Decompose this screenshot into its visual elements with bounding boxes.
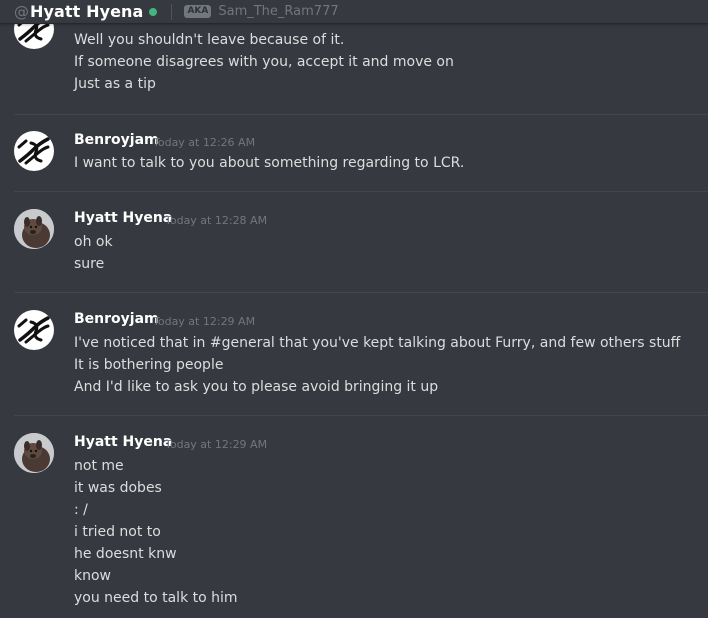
- message-text: oh ok: [74, 234, 113, 250]
- benroyjam-avatar[interactable]: [14, 131, 54, 171]
- channel-header: @ Hyatt Hyena AKA Sam_The_Ram777: [0, 0, 708, 24]
- hyena-photo-icon: [14, 209, 54, 249]
- message-text: And I'd like to ask you to please avoid …: [74, 379, 439, 395]
- message-text: i tried not to: [74, 524, 161, 540]
- message-text: If someone disagrees with you, accept it…: [74, 54, 454, 70]
- hyatt-hyena-avatar[interactable]: [14, 433, 54, 473]
- message-text: sure: [74, 256, 105, 272]
- message-text: Well you shouldn't leave because of it.: [74, 32, 345, 48]
- benroyjam-avatar[interactable]: [14, 310, 54, 350]
- message-text: not me: [74, 458, 124, 474]
- at-symbol: @: [14, 2, 29, 21]
- message-text: it was dobes: [74, 480, 162, 496]
- message-author[interactable]: Hyatt Hyena: [74, 434, 172, 450]
- header-divider: [171, 3, 173, 20]
- online-status-icon: [149, 7, 158, 16]
- aka-nickname: Sam_The_Ram777: [218, 4, 339, 19]
- message-text: I've noticed that in #general that you'v…: [74, 335, 681, 351]
- message-timestamp: Today at 12:28 AM: [165, 214, 268, 227]
- message-timestamp: Today at 12:29 AM: [165, 438, 268, 451]
- message-divider: [14, 415, 708, 416]
- benroyjam-logo-icon: [15, 132, 53, 170]
- aka-badge: AKA: [184, 5, 212, 18]
- message-author[interactable]: Benroyjam: [74, 132, 159, 148]
- message-text: know: [74, 568, 111, 584]
- message-timestamp: Today at 12:29 AM: [153, 315, 256, 328]
- message-timestamp: Today at 12:26 AM: [153, 136, 256, 149]
- message-text: he doesnt knw: [74, 546, 177, 562]
- message-text: It is bothering people: [74, 357, 224, 373]
- dm-username-title[interactable]: Hyatt Hyena: [30, 2, 143, 21]
- message-text: : /: [74, 502, 88, 518]
- message-divider: [14, 292, 708, 293]
- hyena-photo-icon: [14, 433, 54, 473]
- message-text: I want to talk to you about something re…: [74, 155, 465, 171]
- message-author[interactable]: Benroyjam: [74, 311, 159, 327]
- message-author[interactable]: Hyatt Hyena: [74, 210, 172, 226]
- message-text: you need to talk to him: [74, 590, 238, 606]
- message-divider: [14, 191, 708, 192]
- benroyjam-logo-icon: [15, 311, 53, 349]
- hyatt-hyena-avatar[interactable]: [14, 209, 54, 249]
- message-text: Just as a tip: [74, 76, 156, 92]
- message-divider: [14, 114, 708, 115]
